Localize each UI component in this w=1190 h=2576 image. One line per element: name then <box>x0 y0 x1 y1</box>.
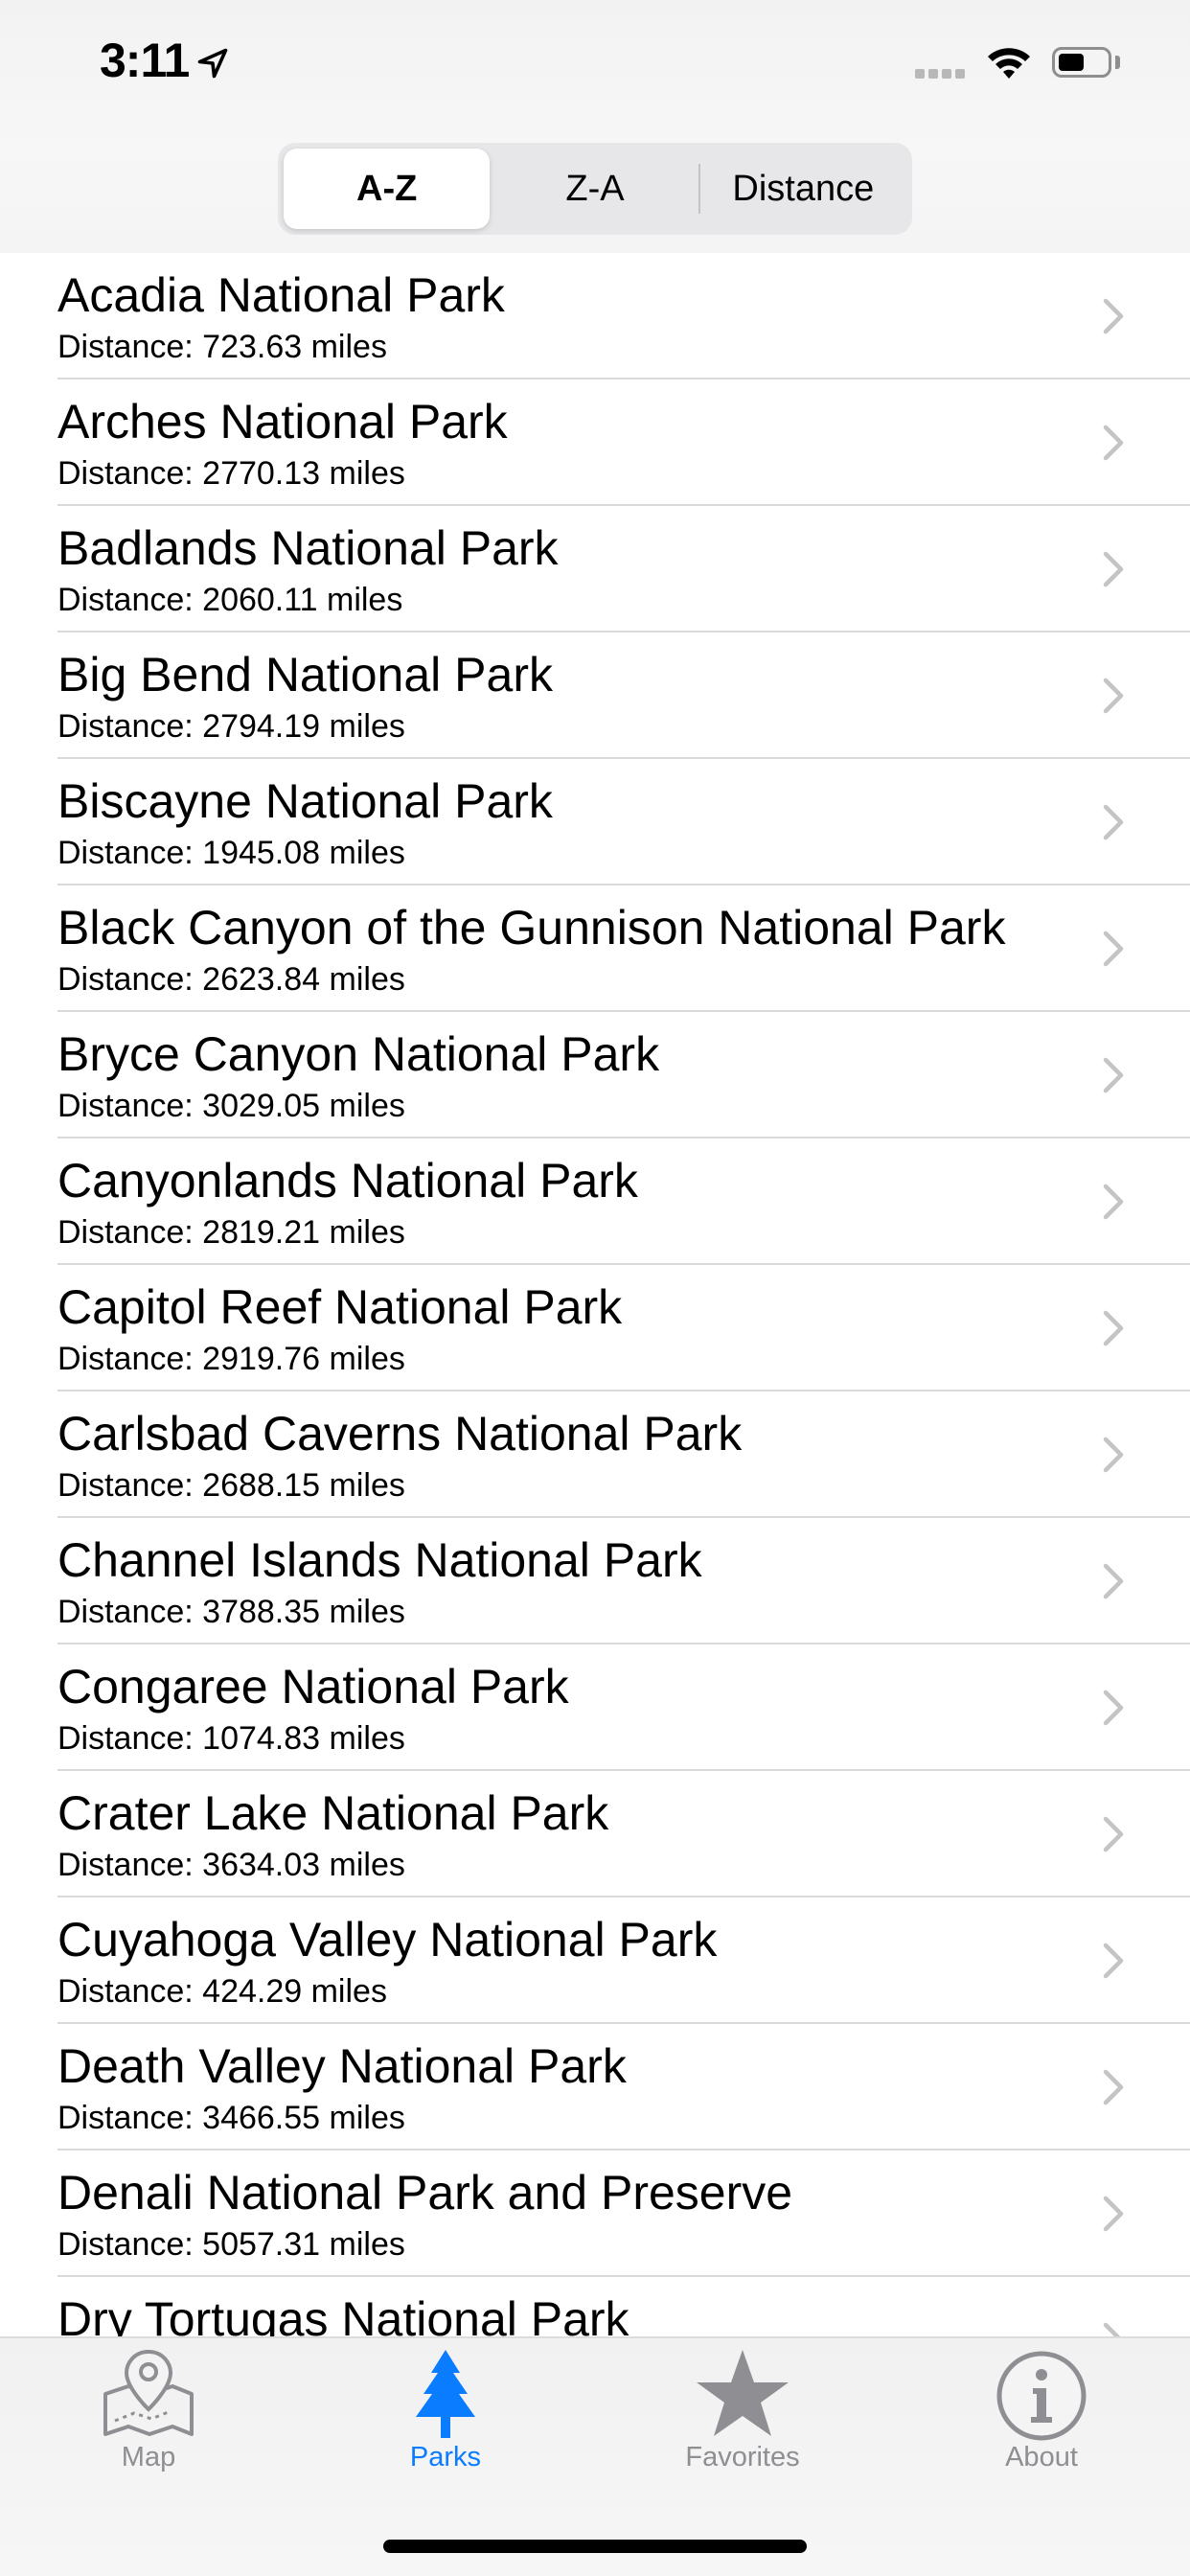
park-name: Canyonlands National Park <box>57 1154 638 1208</box>
park-distance: Distance: 3788.35 miles <box>57 1594 405 1630</box>
sort-az-option[interactable]: A-Z <box>284 149 491 229</box>
chevron-right-icon <box>1103 551 1124 587</box>
park-distance: Distance: 2688.15 miles <box>57 1467 405 1504</box>
wifi-icon <box>988 48 1030 79</box>
park-row[interactable]: Capitol Reef National Park Distance: 2919… <box>0 1265 1190 1392</box>
tab-favorites[interactable]: Favorites <box>594 2338 891 2482</box>
sort-segmented-control[interactable]: A-Z Z-A Distance <box>278 143 912 235</box>
tree-icon <box>416 2350 475 2438</box>
park-row[interactable]: Big Bend National Park Distance: 2794.19 … <box>0 632 1190 759</box>
park-name: Death Valley National Park <box>57 2039 627 2093</box>
park-distance: Distance: 1074.83 miles <box>57 1720 405 1757</box>
park-name: Bryce Canyon National Park <box>57 1027 660 1081</box>
park-distance: Distance: 723.63 miles <box>57 329 387 365</box>
chevron-right-icon <box>1103 298 1124 334</box>
park-name: Big Bend National Park <box>57 648 553 702</box>
park-row[interactable]: Carlsbad Caverns National Park Distance: … <box>0 1392 1190 1518</box>
tab-bar: Map Parks Favorites About <box>0 2336 1190 2576</box>
battery-icon <box>1052 47 1111 78</box>
park-row[interactable]: Congaree National Park Distance: 1074.83 … <box>0 1644 1190 1771</box>
park-name: Denali National Park and Preserve <box>57 2166 793 2220</box>
info-icon <box>996 2351 1087 2441</box>
park-name: Capitol Reef National Park <box>57 1280 623 1334</box>
park-name: Dry Tortugas National Park <box>57 2292 629 2336</box>
park-row[interactable]: Arches National Park Distance: 2770.13 mi… <box>0 380 1190 506</box>
park-row[interactable]: Biscayne National Park Distance: 1945.08 … <box>0 759 1190 886</box>
status-time: 3:11 <box>100 34 190 87</box>
park-name: Cuyahoga Valley National Park <box>57 1913 718 1966</box>
park-distance: Distance: 3634.03 miles <box>57 1847 405 1883</box>
tab-about[interactable]: About <box>893 2338 1190 2482</box>
park-name: Biscayne National Park <box>57 774 553 828</box>
parks-list[interactable]: Acadia National Park Distance: 723.63 mil… <box>0 253 1190 2336</box>
park-name: Acadia National Park <box>57 268 505 322</box>
cellular-signal-icon <box>915 69 965 79</box>
chevron-right-icon <box>1103 425 1124 461</box>
chevron-right-icon <box>1103 1816 1124 1852</box>
map-icon <box>103 2349 194 2436</box>
home-indicator <box>383 2540 807 2553</box>
park-row[interactable]: Badlands National Park Distance: 2060.11 … <box>0 506 1190 632</box>
park-row[interactable]: Denali National Park and Preserve Distanc… <box>0 2150 1190 2277</box>
park-row[interactable]: Death Valley National Park Distance: 3466… <box>0 2024 1190 2150</box>
tab-map[interactable]: Map <box>0 2338 297 2482</box>
park-name: Black Canyon of the Gunnison National Pa… <box>57 901 1006 954</box>
park-distance: Distance: 5057.31 miles <box>57 2226 405 2263</box>
park-name: Carlsbad Caverns National Park <box>57 1407 743 1460</box>
chevron-right-icon <box>1103 1437 1124 1473</box>
park-distance: Distance: 2819.21 miles <box>57 1214 405 1251</box>
tab-favorites-label: Favorites <box>685 2442 800 2472</box>
tab-parks[interactable]: Parks <box>297 2338 594 2482</box>
park-row[interactable]: Dry Tortugas National Park <box>0 2277 1190 2336</box>
chevron-right-icon <box>1103 804 1124 840</box>
park-row[interactable]: Crater Lake National Park Distance: 3634.… <box>0 1771 1190 1898</box>
park-distance: Distance: 1945.08 miles <box>57 835 405 871</box>
park-row[interactable]: Acadia National Park Distance: 723.63 mil… <box>0 253 1190 380</box>
chevron-right-icon <box>1103 1184 1124 1220</box>
sort-za-option[interactable]: Z-A <box>492 149 698 229</box>
park-name: Badlands National Park <box>57 521 559 575</box>
chevron-right-icon <box>1103 1057 1124 1093</box>
chevron-right-icon <box>1103 1943 1124 1979</box>
header: 3:11 A-Z Z-A Distance <box>0 0 1190 255</box>
park-row[interactable]: Canyonlands National Park Distance: 2819.… <box>0 1138 1190 1265</box>
park-distance: Distance: 2919.76 miles <box>57 1341 405 1377</box>
park-distance: Distance: 3029.05 miles <box>57 1088 405 1124</box>
location-arrow-icon <box>197 48 228 79</box>
park-distance: Distance: 2060.11 miles <box>57 582 403 618</box>
chevron-right-icon <box>1103 678 1124 714</box>
tab-parks-label: Parks <box>409 2442 482 2472</box>
park-name: Channel Islands National Park <box>57 1533 702 1587</box>
chevron-right-icon <box>1103 2069 1124 2105</box>
sort-distance-option[interactable]: Distance <box>700 149 906 229</box>
star-icon <box>697 2350 789 2436</box>
park-distance: Distance: 2623.84 miles <box>57 961 405 998</box>
chevron-right-icon <box>1103 1690 1124 1726</box>
chevron-right-icon <box>1103 1563 1124 1599</box>
park-distance: Distance: 3466.55 miles <box>57 2100 405 2136</box>
park-name: Arches National Park <box>57 395 508 448</box>
tab-map-label: Map <box>121 2442 176 2472</box>
park-distance: Distance: 2770.13 miles <box>57 455 405 492</box>
tab-about-label: About <box>1005 2442 1078 2472</box>
park-name: Congaree National Park <box>57 1660 569 1714</box>
chevron-right-icon <box>1103 931 1124 967</box>
park-distance: Distance: 424.29 miles <box>57 1973 387 2010</box>
chevron-right-icon <box>1103 1310 1124 1346</box>
park-name: Crater Lake National Park <box>57 1786 609 1840</box>
park-row[interactable]: Black Canyon of the Gunnison National Pa… <box>0 886 1190 1012</box>
park-row[interactable]: Channel Islands National Park Distance: 3… <box>0 1518 1190 1644</box>
park-row[interactable]: Cuyahoga Valley National Park Distance: 4… <box>0 1898 1190 2024</box>
chevron-right-icon <box>1103 2322 1121 2336</box>
park-row[interactable]: Bryce Canyon National Park Distance: 3029… <box>0 1012 1190 1138</box>
park-distance: Distance: 2794.19 miles <box>57 708 405 745</box>
chevron-right-icon <box>1103 2196 1124 2232</box>
